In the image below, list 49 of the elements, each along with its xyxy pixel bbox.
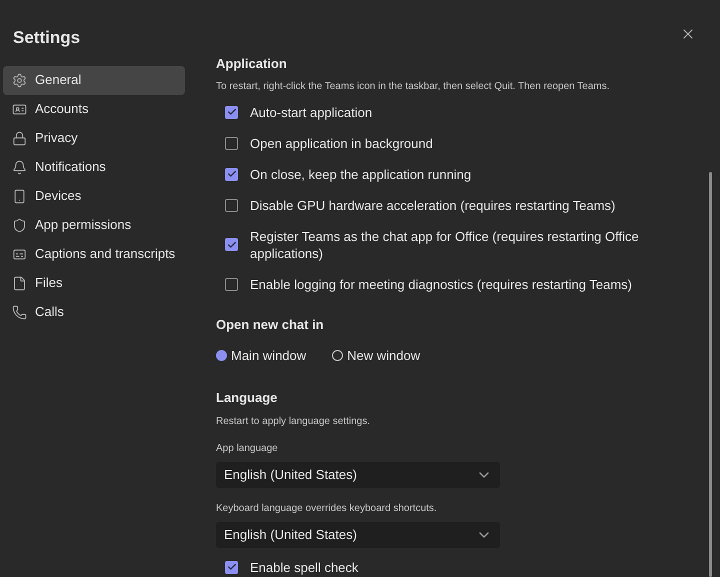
dropdown-value: English (United States) <box>224 526 357 544</box>
sidebar-item[interactable]: Accounts <box>3 94 185 124</box>
section-note: To restart, right-click the Teams icon in the taskbar, then select Quit. Then reopen Teams. <box>216 80 611 94</box>
sidebar-item[interactable]: App permissions <box>3 210 185 240</box>
radio-button[interactable] <box>216 350 227 362</box>
checkbox[interactable] <box>225 136 238 150</box>
sidebar-item[interactable]: Privacy <box>3 124 185 152</box>
id-card-icon <box>12 102 27 116</box>
checkbox[interactable] <box>225 106 238 118</box>
section-heading: Language <box>216 388 278 407</box>
scrollbar-thumb[interactable] <box>709 172 712 577</box>
checkbox[interactable] <box>225 168 238 180</box>
checkbox-label: Disable GPU hardware acceleration (requires restarting Teams) <box>250 196 616 214</box>
sidebar-item[interactable]: Devices <box>3 182 185 210</box>
checkbox-label: Register Teams as the chat app for Office (requires restarting Office applications) <box>250 228 640 262</box>
checkbox-label: Enable logging for meeting diagnostics (requires restarting Teams) <box>250 276 632 292</box>
language-dropdown[interactable]: English (United States) <box>216 462 500 488</box>
shield-icon <box>12 218 27 232</box>
checkbox-label: On close, keep the application running <box>250 166 472 182</box>
lock-icon <box>12 130 27 146</box>
sidebar-item[interactable]: General <box>3 66 185 94</box>
phone-icon <box>12 188 27 204</box>
checkbox[interactable] <box>225 198 238 212</box>
section-heading: Open new chat in <box>216 316 325 334</box>
dropdown-value: English (United States) <box>224 466 357 484</box>
sidebar-item[interactable]: Files <box>3 268 185 298</box>
sidebar-item[interactable]: Calls <box>3 298 185 326</box>
radio-label: New window <box>347 347 420 365</box>
captions-icon <box>12 246 27 262</box>
checkbox[interactable] <box>225 560 238 574</box>
bell-icon <box>12 160 27 174</box>
radio-button[interactable] <box>332 350 344 362</box>
field-label: Keyboard language overrides keyboard shortcuts. <box>216 502 438 516</box>
checkbox[interactable] <box>225 278 238 290</box>
radio-label: Main window <box>231 347 306 365</box>
gear-icon <box>12 72 27 88</box>
phone-handset-icon <box>12 304 27 320</box>
checkbox[interactable] <box>225 238 238 251</box>
checkbox-label: Auto-start application <box>250 104 372 120</box>
file-icon <box>12 276 27 290</box>
checkbox-label: Open application in background <box>250 134 433 152</box>
field-label: App language <box>216 442 279 456</box>
checkbox-label: Enable spell check <box>250 558 358 577</box>
section-heading: Application <box>216 55 288 73</box>
sidebar-item[interactable]: Captions and transcripts <box>3 240 185 268</box>
window-title: Settings <box>13 27 82 49</box>
section-note: Restart to apply language settings. <box>216 415 371 429</box>
sidebar-item[interactable]: Notifications <box>3 152 185 182</box>
language-dropdown[interactable]: English (United States) <box>216 522 500 548</box>
